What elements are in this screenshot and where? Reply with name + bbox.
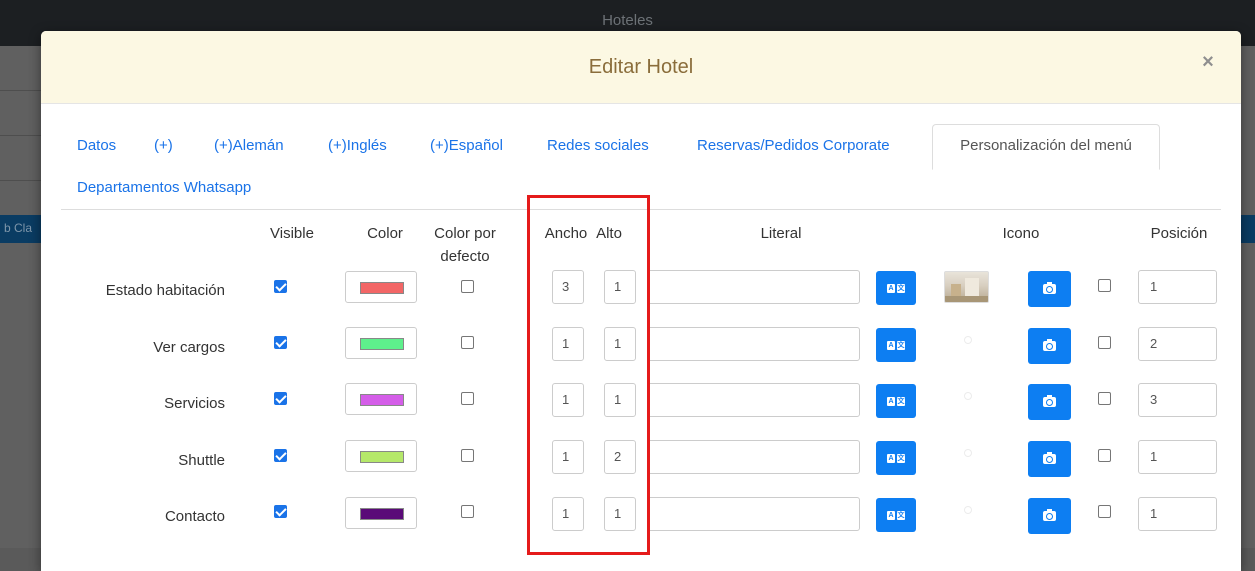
visible-checkbox[interactable] [274,392,287,405]
color-swatch [360,338,404,350]
camera-icon [1043,282,1056,294]
tab-redes-sociales[interactable]: Redes sociales [547,137,649,154]
bg-table-header-text: b Cla [4,221,33,235]
column-visible: Visible [270,225,314,242]
camera-icon [1043,395,1056,407]
translate-icon: A文 [887,511,905,520]
translate-icon: A文 [887,341,905,350]
visible-checkbox[interactable] [274,336,287,349]
app-title: Hoteles [602,12,653,29]
color-swatch [360,451,404,463]
column-icon: Icono [1002,225,1040,242]
upload-icon-button[interactable] [1028,328,1071,364]
icon-checkbox[interactable] [1098,449,1111,462]
translate-icon: A文 [887,397,905,406]
default-color-checkbox[interactable] [461,280,474,293]
row-label: Contacto [164,508,225,525]
translate-button[interactable]: A文 [876,271,916,305]
modal-header: Editar Hotel × [41,31,1241,104]
literal-input[interactable] [647,440,860,474]
tab-personalizacion-menu[interactable]: Personalización del menú [932,124,1160,170]
column-default-color-line2: defecto [440,248,490,265]
color-swatch [360,282,404,294]
translate-button[interactable]: A文 [876,384,916,418]
row-label: Estado habitación [105,282,225,299]
translate-button[interactable]: A文 [876,328,916,362]
color-swatch [360,394,404,406]
default-color-checkbox[interactable] [461,505,474,518]
camera-icon [1043,339,1056,351]
highlight-box [527,195,650,555]
empty-icon-placeholder [964,392,972,400]
tab-plus[interactable]: (+) [154,137,173,154]
translate-icon: A文 [887,284,905,293]
icon-checkbox[interactable] [1098,392,1111,405]
upload-icon-button[interactable] [1028,498,1071,534]
translate-icon: A文 [887,454,905,463]
upload-icon-button[interactable] [1028,441,1071,477]
bg-divider [0,180,42,181]
tab-datos[interactable]: Datos [77,137,116,154]
literal-input[interactable] [647,270,860,304]
column-default-color-line1: Color por [434,225,496,242]
empty-icon-placeholder [964,449,972,457]
column-literal: Literal [760,225,802,242]
bg-divider [0,135,42,136]
color-picker[interactable] [345,497,417,529]
empty-icon-placeholder [964,336,972,344]
column-position: Posición [1150,225,1208,242]
column-color: Color [367,225,403,242]
tab-departamentos-whatsapp[interactable]: Departamentos Whatsapp [77,179,251,196]
upload-icon-button[interactable] [1028,271,1071,307]
literal-input[interactable] [647,383,860,417]
position-input[interactable]: 2 [1138,327,1217,361]
position-input[interactable]: 1 [1138,440,1217,474]
upload-icon-button[interactable] [1028,384,1071,420]
translate-button[interactable]: A文 [876,498,916,532]
position-input[interactable]: 1 [1138,497,1217,531]
tab-reservas-corporate[interactable]: Reservas/Pedidos Corporate [697,137,890,154]
translate-button[interactable]: A文 [876,441,916,475]
camera-icon [1043,509,1056,521]
icon-thumbnail[interactable] [944,271,989,303]
position-input[interactable]: 3 [1138,383,1217,417]
color-picker[interactable] [345,440,417,472]
position-input[interactable]: 1 [1138,270,1217,304]
literal-input[interactable] [647,497,860,531]
default-color-checkbox[interactable] [461,392,474,405]
visible-checkbox[interactable] [274,449,287,462]
row-label: Ver cargos [153,339,225,356]
color-picker[interactable] [345,271,417,303]
modal-title: Editar Hotel [588,56,694,78]
color-swatch [360,508,404,520]
color-picker[interactable] [345,383,417,415]
tab-ingles[interactable]: (+)Inglés [328,137,387,154]
visible-checkbox[interactable] [274,505,287,518]
icon-checkbox[interactable] [1098,336,1111,349]
row-label: Servicios [164,395,225,412]
tab-aleman[interactable]: (+)Alemán [214,137,284,154]
close-icon[interactable]: × [1197,50,1219,74]
default-color-checkbox[interactable] [461,449,474,462]
row-label: Shuttle [178,452,225,469]
color-picker[interactable] [345,327,417,359]
empty-icon-placeholder [964,506,972,514]
camera-icon [1043,452,1056,464]
tab-espanol[interactable]: (+)Español [430,137,503,154]
bg-divider [0,90,42,91]
icon-checkbox[interactable] [1098,505,1111,518]
visible-checkbox[interactable] [274,280,287,293]
icon-checkbox[interactable] [1098,279,1111,292]
literal-input[interactable] [647,327,860,361]
default-color-checkbox[interactable] [461,336,474,349]
